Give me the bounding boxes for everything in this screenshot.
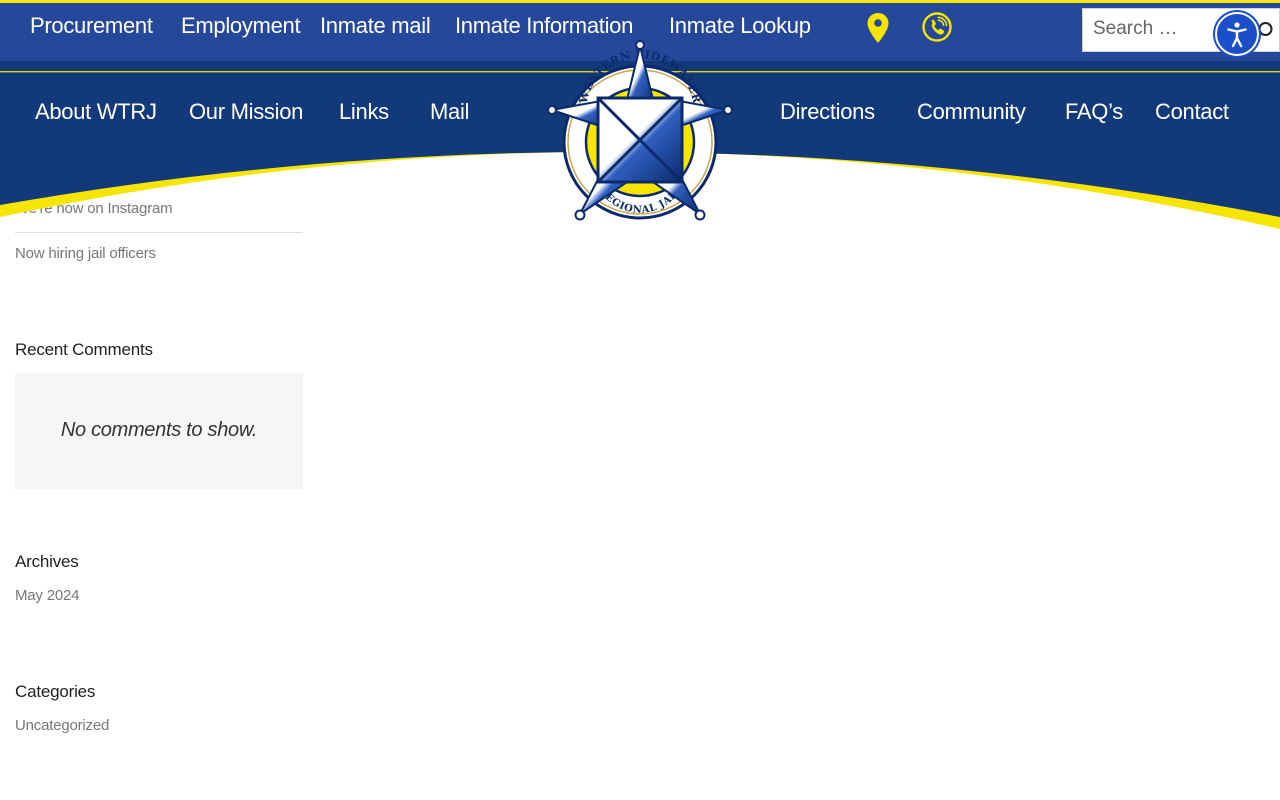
categories-title: Categories — [15, 682, 96, 701]
top-nav-procurement[interactable]: Procurement — [30, 13, 153, 39]
recent-comments-title: Recent Comments — [15, 340, 153, 359]
nav-about-wtrj[interactable]: About WTRJ — [35, 99, 157, 125]
search-input[interactable] — [1093, 18, 1213, 40]
top-nav-inmate-mail[interactable]: Inmate mail — [320, 13, 431, 39]
nav-links[interactable]: Links — [339, 99, 389, 125]
nav-our-mission[interactable]: Our Mission — [189, 99, 303, 125]
nav-community[interactable]: Community — [917, 99, 1026, 125]
nav-directions[interactable]: Directions — [780, 99, 875, 125]
accessibility-icon — [1227, 22, 1247, 48]
location-pin-icon[interactable] — [866, 12, 890, 49]
category-link[interactable]: Uncategorized — [15, 717, 109, 734]
archive-link[interactable]: May 2024 — [15, 587, 79, 604]
no-comments-text: No comments to show. — [60, 419, 258, 441]
site-logo[interactable]: WESTERN TIDEWATER REGIONAL JAIL — [546, 38, 734, 229]
nav-contact[interactable]: Contact — [1155, 99, 1229, 125]
phone-icon[interactable] — [921, 11, 953, 48]
nav-mail[interactable]: Mail — [430, 99, 469, 125]
recent-post-link[interactable]: Now hiring jail officers — [15, 245, 156, 262]
accessibility-button[interactable] — [1215, 12, 1259, 56]
top-nav-inmate-lookup[interactable]: Inmate Lookup — [669, 13, 811, 39]
archives-title: Archives — [15, 552, 79, 571]
no-comments-box: No comments to show. — [15, 373, 303, 489]
top-nav-inmate-information[interactable]: Inmate Information — [455, 13, 633, 39]
nav-faqs[interactable]: FAQ’s — [1065, 99, 1123, 125]
top-nav-employment[interactable]: Employment — [181, 13, 301, 39]
